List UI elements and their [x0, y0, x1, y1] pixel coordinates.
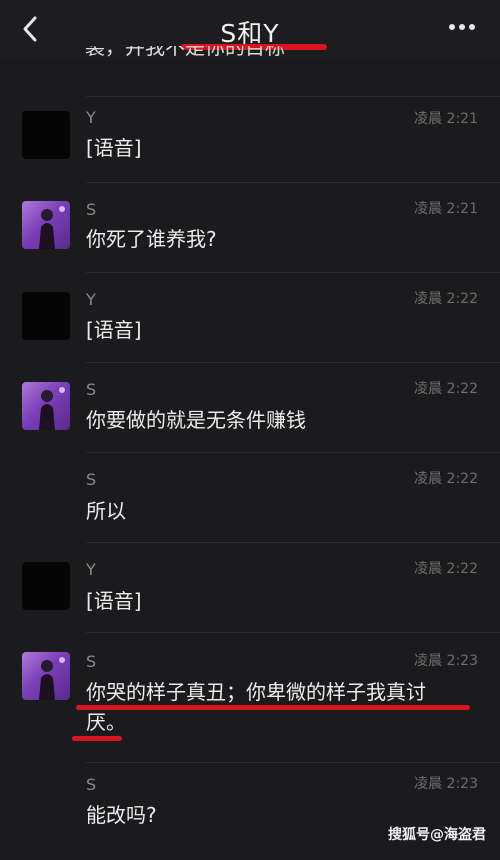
- message-text-line-1[interactable]: 你哭的样子真丑；你卑微的样子我真讨: [86, 675, 476, 709]
- sender-name: S: [86, 775, 97, 794]
- watermark: 搜狐号@海盗君: [388, 827, 486, 843]
- message-row: S 凌晨 2:23 能改吗?: [0, 762, 500, 860]
- divider: [86, 632, 500, 633]
- message-row: Y 凌晨 2:22 [语音]: [0, 272, 500, 362]
- message-row: Y 凌晨 2:22 [语音]: [0, 542, 500, 632]
- avatar-photo-icon: [39, 657, 65, 700]
- sender-name: S: [86, 652, 97, 671]
- message-time: 凌晨 2:22: [414, 561, 478, 577]
- message-time: 凌晨 2:21: [414, 111, 478, 127]
- message-text[interactable]: 你要做的就是无条件赚钱: [86, 403, 476, 437]
- divider: [86, 452, 500, 453]
- avatar[interactable]: [22, 382, 70, 430]
- message-time: 凌晨 2:22: [414, 291, 478, 307]
- message-row: S 凌晨 2:23 你哭的样子真丑；你卑微的样子我真讨 厌。: [0, 632, 500, 762]
- divider: [86, 272, 500, 273]
- message-row: S 凌晨 2:22 所以: [0, 452, 500, 542]
- divider: [86, 542, 500, 543]
- message-text[interactable]: 所以: [86, 494, 476, 528]
- message-row: S 凌晨 2:21 你死了谁养我?: [0, 182, 500, 272]
- avatar[interactable]: [22, 201, 70, 249]
- message-time: 凌晨 2:21: [414, 201, 478, 217]
- avatar-photo-icon: [39, 387, 65, 430]
- message-row: Y 凌晨 2:21 [语音]: [0, 96, 500, 186]
- message-time: 凌晨 2:22: [414, 471, 478, 487]
- avatar[interactable]: [22, 652, 70, 700]
- message-text-line-2[interactable]: 厌。: [86, 705, 476, 739]
- message-time: 凌晨 2:22: [414, 381, 478, 397]
- more-dots-icon[interactable]: [448, 22, 476, 32]
- message-row: S 凌晨 2:22 你要做的就是无条件赚钱: [0, 362, 500, 452]
- message-time: 凌晨 2:23: [414, 653, 478, 669]
- divider: [86, 362, 500, 363]
- sender-name: S: [86, 380, 97, 399]
- divider: [86, 182, 500, 183]
- divider: [86, 762, 500, 763]
- highlight-underline: [72, 736, 122, 741]
- avatar[interactable]: [22, 292, 70, 340]
- sender-name: S: [86, 200, 97, 219]
- sender-name: Y: [86, 108, 96, 127]
- sender-name: Y: [86, 290, 96, 309]
- message-text[interactable]: [语音]: [86, 313, 476, 347]
- message-text[interactable]: [语音]: [86, 131, 476, 165]
- message-time: 凌晨 2:23: [414, 776, 478, 792]
- avatar[interactable]: [22, 111, 70, 159]
- avatar-photo-icon: [39, 206, 65, 249]
- message-text[interactable]: [语音]: [86, 584, 476, 618]
- divider: [86, 96, 500, 97]
- avatar[interactable]: [22, 562, 70, 610]
- partial-message: 装，并我不是你的目标: [85, 46, 285, 59]
- message-text[interactable]: 你死了谁养我?: [86, 222, 476, 256]
- sender-name: Y: [86, 560, 96, 579]
- sender-name: S: [86, 470, 97, 489]
